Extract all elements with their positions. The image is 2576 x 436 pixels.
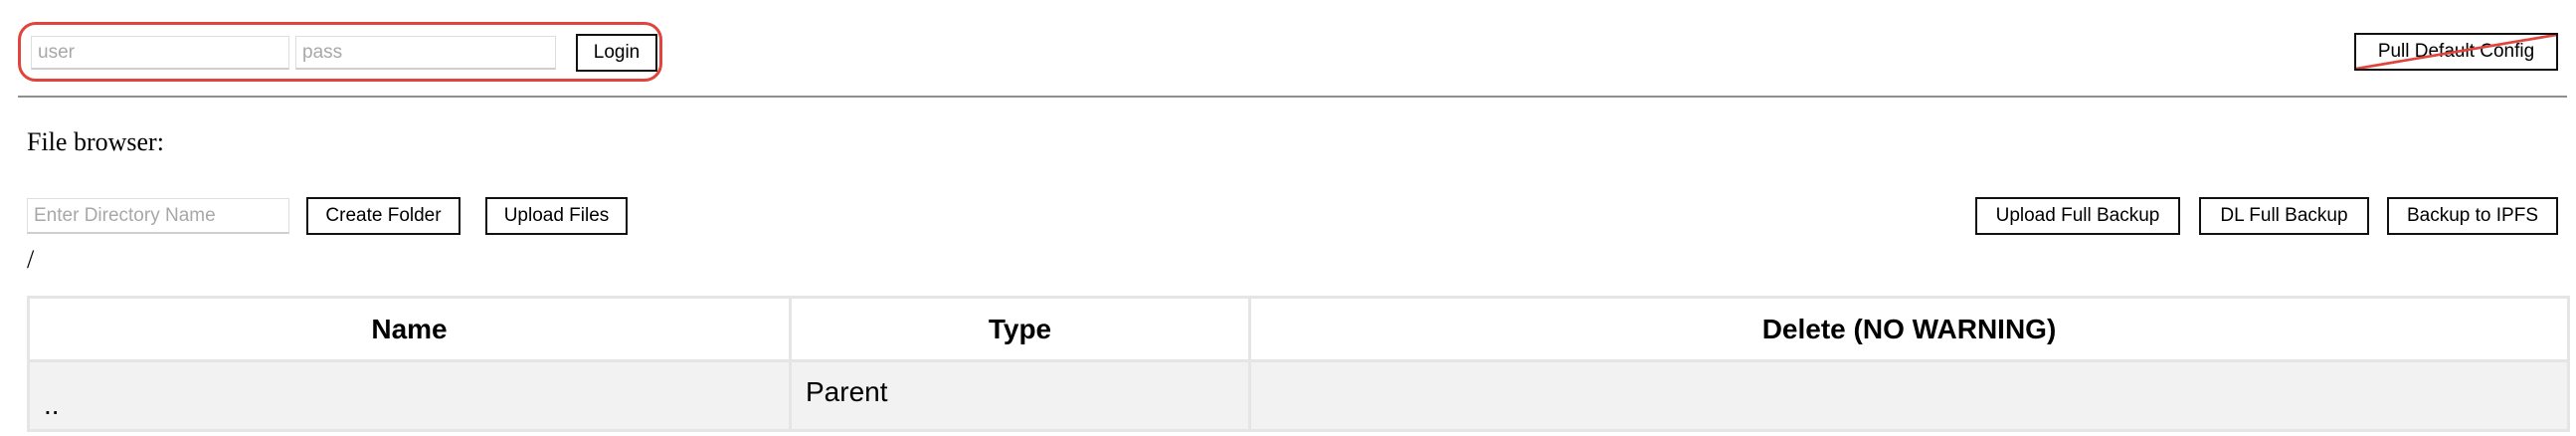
password-input[interactable] [295, 36, 556, 70]
directory-name-input[interactable] [27, 198, 289, 234]
file-table: Name Type Delete (NO WARNING) .. Parent [27, 296, 2570, 432]
file-name-cell[interactable]: .. [27, 359, 792, 432]
login-form: Login [18, 22, 662, 82]
table-row[interactable]: .. Parent [27, 359, 2570, 432]
username-input[interactable] [31, 36, 289, 70]
page: Login Pull Default Config File browser: … [0, 0, 2576, 436]
create-folder-button[interactable]: Create Folder [306, 197, 460, 235]
pull-default-config-label: Pull Default Config [2377, 41, 2535, 62]
upload-full-backup-button[interactable]: Upload Full Backup [1975, 197, 2180, 235]
file-delete-cell [1248, 359, 2570, 432]
file-browser-title: File browser: [27, 127, 164, 156]
file-type-cell: Parent [789, 359, 1251, 432]
login-button[interactable]: Login [576, 34, 657, 72]
column-header-name: Name [27, 296, 792, 362]
column-header-type: Type [789, 296, 1251, 362]
download-full-backup-button[interactable]: DL Full Backup [2199, 197, 2369, 235]
pull-default-config-button[interactable]: Pull Default Config [2354, 33, 2558, 71]
table-header-row: Name Type Delete (NO WARNING) [27, 296, 2570, 362]
upload-files-button[interactable]: Upload Files [485, 197, 628, 235]
header-divider [18, 96, 2567, 98]
backup-to-ipfs-button[interactable]: Backup to IPFS [2387, 197, 2558, 235]
column-header-delete: Delete (NO WARNING) [1248, 296, 2570, 362]
current-path: / [27, 245, 35, 274]
